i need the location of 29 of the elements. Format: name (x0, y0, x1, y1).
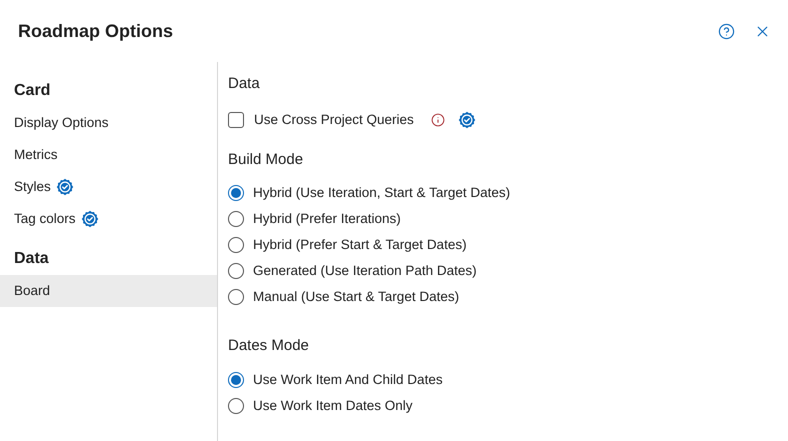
radio-button[interactable] (228, 289, 244, 305)
section-heading: Data (228, 74, 261, 94)
radio-button[interactable] (228, 263, 244, 279)
help-icon[interactable] (718, 22, 735, 40)
checkbox-option[interactable]: Use Cross Project Queries (228, 110, 414, 130)
section-heading: Data (13, 249, 50, 269)
radio-option[interactable]: Use Work Item And Child Dates (228, 367, 788, 393)
radio-button[interactable] (228, 237, 244, 253)
radio-button[interactable] (228, 185, 244, 201)
radio-option[interactable]: Generated (Use Iteration Path Dates) (228, 258, 788, 284)
info-icon[interactable] (430, 113, 445, 127)
sidebar-item[interactable]: Tag colors (0, 203, 217, 235)
radio-button[interactable] (228, 211, 244, 227)
sidebar-item[interactable]: Board (0, 275, 217, 307)
radio-option[interactable]: Manual (Use Start & Target Dates) (228, 284, 788, 310)
checkbox[interactable] (228, 112, 244, 128)
radio-option[interactable]: Hybrid (Prefer Iterations) (228, 206, 788, 232)
section-heading: Build Mode (228, 150, 304, 170)
radio-option[interactable]: Hybrid (Prefer Start & Target Dates) (228, 232, 788, 258)
sidebar-item[interactable]: Styles (0, 171, 217, 203)
radio-button[interactable] (228, 372, 244, 388)
sidebar-item[interactable]: Metrics (0, 139, 217, 171)
section-heading: Card (13, 81, 52, 101)
radio-option[interactable]: Use Work Item Dates Only (228, 393, 788, 419)
radio-option[interactable]: Hybrid (Use Iteration, Start & Target Dates) (228, 180, 788, 206)
sidebar-item[interactable]: Display Options (0, 107, 217, 139)
section-heading: Dates Mode (228, 336, 310, 356)
radio-button[interactable] (228, 398, 244, 414)
dialog-title: Roadmap Options (18, 20, 174, 43)
